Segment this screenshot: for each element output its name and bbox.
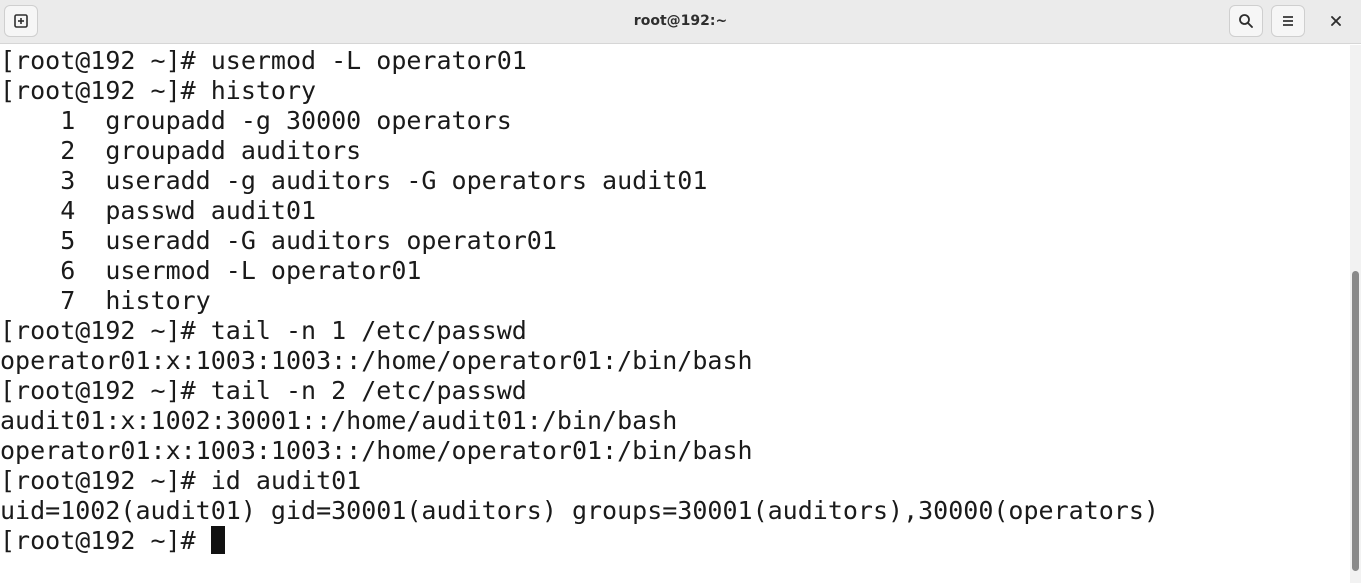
terminal-line: 3 useradd -g auditors -G operators audit… [0,166,708,195]
close-icon [1331,16,1341,26]
terminal-line: [root@192 ~]# tail -n 1 /etc/passwd [0,316,527,345]
hamburger-menu-icon [1283,16,1293,26]
search-button[interactable] [1229,5,1263,37]
terminal-line: 7 history [0,286,211,315]
terminal-line: 6 usermod -L operator01 [0,256,422,285]
terminal-line: [root@192 ~]# id audit01 [0,466,362,495]
window-title: root@192:~ [633,13,728,29]
terminal-line: 4 passwd audit01 [0,196,317,225]
terminal-line: operator01:x:1003:1003::/home/operator01… [0,346,753,375]
terminal-line: [root@192 ~]# usermod -L operator01 [0,46,527,75]
title-bar: root@192:~ [0,0,1361,44]
terminal-line: operator01:x:1003:1003::/home/operator01… [0,436,753,465]
terminal-line: 5 useradd -G auditors operator01 [0,226,557,255]
terminal-output[interactable]: [root@192 ~]# usermod -L operator01 [roo… [0,45,1350,583]
menu-button[interactable] [1271,5,1305,37]
prompt: [root@192 ~]# [0,526,211,555]
search-icon [1239,14,1253,28]
scrollbar[interactable] [1350,45,1361,583]
terminal-window: root@192:~ [root@192 ~]# usermod -L oper… [0,0,1361,583]
prompt-line[interactable]: [root@192 ~]# [0,526,225,556]
terminal-line: 1 groupadd -g 30000 operators [0,106,512,135]
terminal-line: 2 groupadd auditors [0,136,362,165]
scrollbar-thumb[interactable] [1352,271,1359,571]
text-cursor [210,526,225,554]
terminal-line: [root@192 ~]# tail -n 2 /etc/passwd [0,376,527,405]
terminal-line: uid=1002(audit01) gid=30001(auditors) gr… [0,496,1159,525]
terminal-line: [root@192 ~]# history [0,76,317,105]
terminal-line: audit01:x:1002:30001::/home/audit01:/bin… [0,406,678,435]
close-button[interactable] [1319,5,1353,37]
